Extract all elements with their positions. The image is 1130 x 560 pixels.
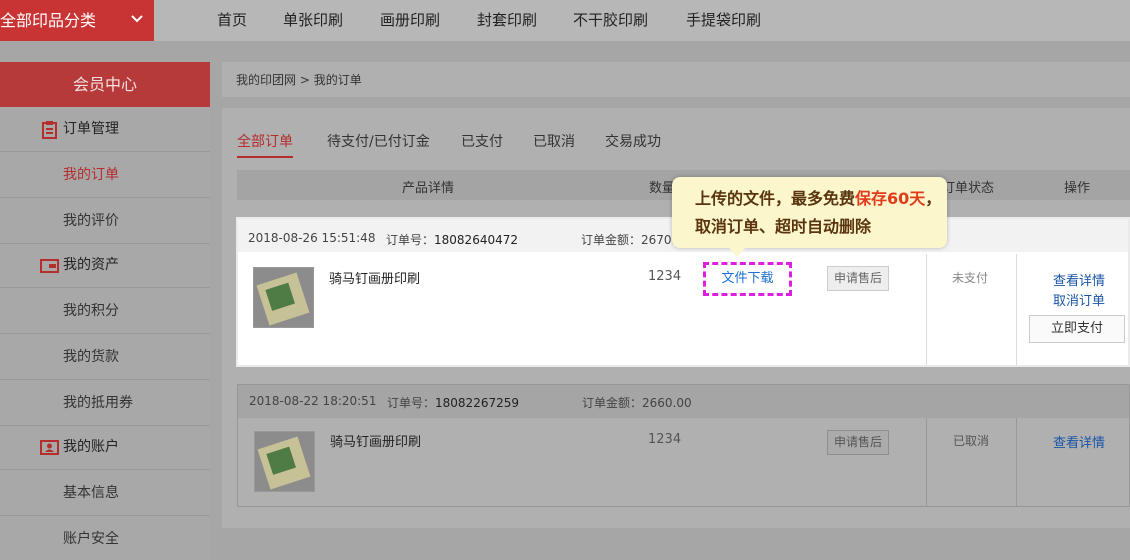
product-thumbnail[interactable]: [253, 267, 314, 328]
all-categories-button[interactable]: 全部印品分类: [0, 0, 154, 41]
order-number-value: 18082640472: [434, 233, 518, 247]
sidebar-item-label: 我的抵用券: [63, 395, 133, 411]
order-number: 订单号：18082640472: [386, 231, 518, 248]
order-status: 已取消: [953, 434, 990, 448]
column-divider: [1016, 254, 1017, 365]
breadcrumb-separator: >: [299, 73, 310, 87]
order-amount: 订单金额：2660.00: [582, 394, 692, 411]
breadcrumb-home-link[interactable]: 我的印团网: [236, 73, 296, 87]
file-download-link[interactable]: 文件下载: [703, 262, 792, 296]
tooltip-line-2: 取消订单、超时自动删除: [695, 217, 872, 236]
sidebar-item-vouchers[interactable]: 我的抵用券: [0, 380, 210, 426]
view-details-link[interactable]: 查看详情: [1053, 432, 1105, 451]
file-retention-tooltip: 上传的文件，最多免费保存60天， 取消订单、超时自动删除: [672, 177, 947, 248]
column-divider: [1016, 418, 1017, 506]
order-number-label: 订单号：: [387, 396, 436, 410]
chevron-down-icon: [131, 15, 143, 23]
view-details-link[interactable]: 查看详情: [1053, 270, 1105, 289]
order-status: 未支付: [952, 271, 989, 285]
nav-item-handbag[interactable]: 手提袋印刷: [686, 0, 761, 41]
top-nav-bar: [0, 0, 1130, 41]
sidebar-item-label: 账户安全: [63, 531, 119, 547]
user-card-icon: [40, 440, 59, 455]
sidebar-item-label: 基本信息: [63, 485, 119, 501]
product-name[interactable]: 骑马钉画册印刷: [329, 268, 420, 287]
order-qty: 1234: [648, 432, 682, 447]
order-qty: 1234: [648, 269, 682, 284]
column-header-ops: 操作: [1064, 181, 1091, 196]
sidebar-item-my-orders[interactable]: 我的订单: [0, 152, 210, 198]
order-amount: 订单金额：2670.: [581, 231, 675, 248]
tooltip-pointer: [728, 247, 746, 257]
sidebar-item-account-security[interactable]: 账户安全: [0, 516, 210, 560]
tooltip-highlight: 保存60天: [855, 189, 926, 208]
sidebar-item-my-reviews[interactable]: 我的评价: [0, 198, 210, 244]
wallet-icon: [40, 259, 59, 273]
nav-item-envelope[interactable]: 封套印刷: [477, 0, 537, 41]
order-datetime: 2018-08-22 18:20:51: [249, 394, 377, 408]
order-amount-value: 2660.00: [642, 396, 692, 410]
clipboard-icon: [42, 121, 57, 139]
member-center-title: 会员中心: [0, 62, 210, 107]
tab-pending-payment[interactable]: 待支付/已付订金: [327, 131, 430, 155]
sidebar-section-label: 我的账户: [63, 439, 119, 455]
sidebar-section-account: 我的账户: [0, 425, 210, 470]
order-amount-label: 订单金额：: [581, 233, 642, 247]
order-amount-label: 订单金额：: [582, 396, 643, 410]
order-number-value: 18082267259: [435, 396, 519, 410]
nav-item-brochure[interactable]: 画册印刷: [380, 0, 440, 41]
sidebar-item-label: 我的货款: [63, 349, 119, 365]
product-name[interactable]: 骑马钉画册印刷: [330, 431, 421, 450]
sidebar-section-assets: 我的资产: [0, 243, 210, 288]
column-divider: [926, 254, 927, 365]
order-card: 2018-08-22 18:20:51 订单号：18082267259 订单金额…: [237, 384, 1130, 507]
sidebar-section-label: 订单管理: [63, 121, 119, 137]
breadcrumb: 我的印团网 > 我的订单: [236, 71, 362, 88]
nav-item-home[interactable]: 首页: [217, 0, 247, 41]
breadcrumb-current: 我的订单: [313, 73, 362, 87]
pay-now-button[interactable]: 立即支付: [1029, 315, 1125, 343]
all-categories-label: 全部印品分类: [0, 11, 97, 30]
sidebar-section-orders: 订单管理: [0, 107, 210, 152]
column-header-status: 订单状态: [942, 181, 995, 196]
apply-after-sales-button[interactable]: 申请售后: [827, 430, 889, 455]
tab-cancelled[interactable]: 已取消: [533, 131, 575, 155]
order-number-label: 订单号：: [386, 233, 435, 247]
tab-paid[interactable]: 已支付: [461, 131, 503, 155]
sidebar-item-label: 我的评价: [63, 213, 119, 229]
column-divider: [926, 418, 927, 506]
product-thumbnail[interactable]: [254, 431, 315, 492]
sidebar-item-label: 我的积分: [63, 303, 119, 319]
sidebar-item-basic-info[interactable]: 基本信息: [0, 470, 210, 516]
sidebar-item-payments[interactable]: 我的货款: [0, 334, 210, 380]
sidebar-item-points[interactable]: 我的积分: [0, 288, 210, 334]
sidebar-item-label: 我的订单: [63, 167, 119, 183]
order-number: 订单号：18082267259: [387, 394, 519, 411]
tab-all-orders[interactable]: 全部订单: [237, 131, 293, 158]
tab-completed[interactable]: 交易成功: [605, 131, 661, 155]
tooltip-line-1: 上传的文件，最多免费保存60天，: [695, 185, 947, 213]
apply-after-sales-button[interactable]: 申请售后: [827, 266, 889, 291]
nav-item-single-sheet[interactable]: 单张印刷: [283, 0, 343, 41]
order-amount-value: 2670.: [641, 233, 676, 247]
nav-item-sticker[interactable]: 不干胶印刷: [573, 0, 648, 41]
tooltip-text: ，: [925, 189, 942, 208]
tooltip-text: 上传的文件，最多免费: [695, 189, 856, 208]
column-header-product: 产品详情: [402, 181, 455, 196]
sidebar-section-label: 我的资产: [63, 257, 119, 273]
order-datetime: 2018-08-26 15:51:48: [248, 231, 376, 245]
cancel-order-link[interactable]: 取消订单: [1053, 290, 1105, 309]
